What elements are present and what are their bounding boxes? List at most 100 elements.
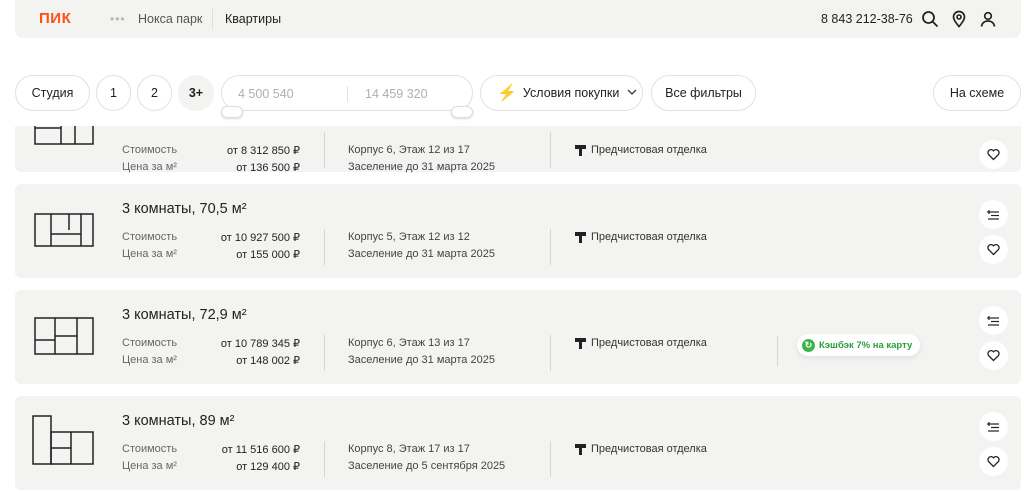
filter-studio[interactable]: Студия xyxy=(15,75,90,111)
compare-button[interactable] xyxy=(979,200,1008,229)
card-divider xyxy=(324,229,325,265)
heart-icon xyxy=(987,455,1000,468)
more-dots-icon[interactable]: ••• xyxy=(110,12,126,26)
location-pin-icon[interactable] xyxy=(950,10,968,28)
on-scheme-button[interactable]: На схеме xyxy=(933,75,1021,111)
favorite-button[interactable] xyxy=(979,447,1008,476)
paint-roller-icon xyxy=(575,443,586,455)
pik-logo[interactable]: ПИК xyxy=(39,10,71,27)
listing-card[interactable]: 3 комнаты, 72,9 м² Стоимость от 10 789 3… xyxy=(15,290,1021,384)
finish-type: Предчистовая отделка xyxy=(575,337,707,349)
floor-plan-thumbnail xyxy=(31,310,95,362)
compare-list-icon xyxy=(987,210,999,220)
cost-value: от 10 789 345 ₽ xyxy=(220,338,300,350)
finish-type: Предчистовая отделка xyxy=(575,231,707,243)
cost-label: Стоимость xyxy=(122,144,178,156)
cost-label: Стоимость xyxy=(122,443,178,455)
price-slider-max-handle[interactable] xyxy=(451,106,473,118)
price-per-m2-value: от 148 002 ₽ xyxy=(236,355,300,367)
lightning-icon: ⚡ xyxy=(497,85,517,102)
price-per-m2-label: Цена за м² xyxy=(122,354,177,366)
cost-value: от 10 927 500 ₽ xyxy=(220,232,300,244)
listing-card[interactable]: 3 комнаты, 70,5 м² Стоимость от 10 927 5… xyxy=(15,184,1021,278)
all-filters-button[interactable]: Все фильтры xyxy=(651,75,756,111)
finish-label: Предчистовая отделка xyxy=(591,443,707,455)
header-divider xyxy=(212,9,213,29)
breadcrumb-section[interactable]: Квартиры xyxy=(225,12,281,26)
cost-label: Стоимость xyxy=(122,337,178,349)
listing-title[interactable]: 3 комнаты, 89 м² xyxy=(122,413,234,429)
filter-2-rooms[interactable]: 2 xyxy=(137,75,172,111)
card-divider xyxy=(550,132,551,168)
compare-list-icon xyxy=(987,422,999,432)
heart-icon xyxy=(987,148,1000,161)
price-per-m2-label: Цена за м² xyxy=(122,460,177,472)
cashback-label: Кэшбэк 7% на карту xyxy=(819,339,913,351)
favorite-button[interactable] xyxy=(979,140,1008,169)
card-divider xyxy=(777,336,778,366)
paint-roller-icon xyxy=(575,144,586,156)
building-floor: Корпус 8, Этаж 17 из 17 xyxy=(348,443,470,455)
listing-card[interactable]: Стоимость от 8 312 850 ₽ Цена за м² от 1… xyxy=(15,126,1021,174)
user-icon[interactable] xyxy=(979,10,997,28)
chevron-down-icon xyxy=(627,88,637,99)
top-header: ПИК ••• Нокса парк Квартиры 8 843 212-38… xyxy=(15,0,1021,38)
breadcrumb-project[interactable]: Нокса парк xyxy=(138,12,202,26)
settlement-date: Заселение до 5 сентября 2025 xyxy=(348,460,506,472)
price-divider xyxy=(347,86,348,102)
settlement-date: Заселение до 31 марта 2025 xyxy=(348,161,495,173)
finish-label: Предчистовая отделка xyxy=(591,231,707,243)
purchase-terms-dropdown[interactable]: ⚡ Условия покупки xyxy=(480,75,643,111)
settlement-date: Заселение до 31 марта 2025 xyxy=(348,354,495,366)
finish-label: Предчистовая отделка xyxy=(591,337,707,349)
price-per-m2-label: Цена за м² xyxy=(122,248,177,260)
heart-icon xyxy=(987,243,1000,256)
price-range-filter: 4 500 540 14 459 320 xyxy=(221,75,473,118)
cost-label: Стоимость xyxy=(122,231,178,243)
apartment-list: Стоимость от 8 312 850 ₽ Цена за м² от 1… xyxy=(0,126,1024,493)
price-per-m2-value: от 155 000 ₽ xyxy=(236,249,300,261)
card-divider xyxy=(550,441,551,477)
cashback-badge[interactable]: ↻ Кэшбэк 7% на карту xyxy=(797,334,921,356)
paint-roller-icon xyxy=(575,231,586,243)
listing-title[interactable]: 3 комнаты, 72,9 м² xyxy=(122,307,247,323)
finish-type: Предчистовая отделка xyxy=(575,144,707,156)
card-divider xyxy=(324,441,325,477)
floor-plan-thumbnail xyxy=(31,126,95,150)
search-icon[interactable] xyxy=(921,10,939,28)
card-divider xyxy=(550,335,551,371)
paint-roller-icon xyxy=(575,337,586,349)
finish-label: Предчистовая отделка xyxy=(591,144,707,156)
filter-bar: Студия 1 2 3+ 4 500 540 14 459 320 ⚡ Усл… xyxy=(0,72,1024,118)
building-floor: Корпус 6, Этаж 13 из 17 xyxy=(348,337,470,349)
phone-number[interactable]: 8 843 212-38-76 xyxy=(821,12,913,26)
building-floor: Корпус 6, Этаж 12 из 17 xyxy=(348,144,470,156)
price-slider-min-handle[interactable] xyxy=(221,106,243,118)
price-per-m2-label: Цена за м² xyxy=(122,161,177,173)
filter-3plus-rooms[interactable]: 3+ xyxy=(178,75,214,111)
compare-button[interactable] xyxy=(979,306,1008,335)
compare-list-icon xyxy=(987,316,999,326)
purchase-terms-label: Условия покупки xyxy=(522,86,620,100)
cashback-icon: ↻ xyxy=(802,338,815,352)
compare-button[interactable] xyxy=(979,412,1008,441)
card-divider xyxy=(324,132,325,168)
filter-1-room[interactable]: 1 xyxy=(96,75,131,111)
price-per-m2-value: от 136 500 ₽ xyxy=(236,162,300,174)
finish-type: Предчистовая отделка xyxy=(575,443,707,455)
favorite-button[interactable] xyxy=(979,235,1008,264)
card-divider xyxy=(324,335,325,371)
price-from-input[interactable]: 4 500 540 xyxy=(238,87,294,101)
listing-title[interactable]: 3 комнаты, 70,5 м² xyxy=(122,201,247,217)
cost-value: от 8 312 850 ₽ xyxy=(227,145,300,157)
favorite-button[interactable] xyxy=(979,341,1008,370)
listing-card[interactable]: 3 комнаты, 89 м² Стоимость от 11 516 600… xyxy=(15,396,1021,490)
floor-plan-thumbnail xyxy=(31,414,95,466)
settlement-date: Заселение до 31 марта 2025 xyxy=(348,248,495,260)
price-to-input[interactable]: 14 459 320 xyxy=(365,87,428,101)
card-divider xyxy=(550,229,551,265)
price-per-m2-value: от 129 400 ₽ xyxy=(236,461,300,473)
cost-value: от 11 516 600 ₽ xyxy=(221,444,300,456)
heart-icon xyxy=(987,349,1000,362)
floor-plan-thumbnail xyxy=(31,204,95,256)
